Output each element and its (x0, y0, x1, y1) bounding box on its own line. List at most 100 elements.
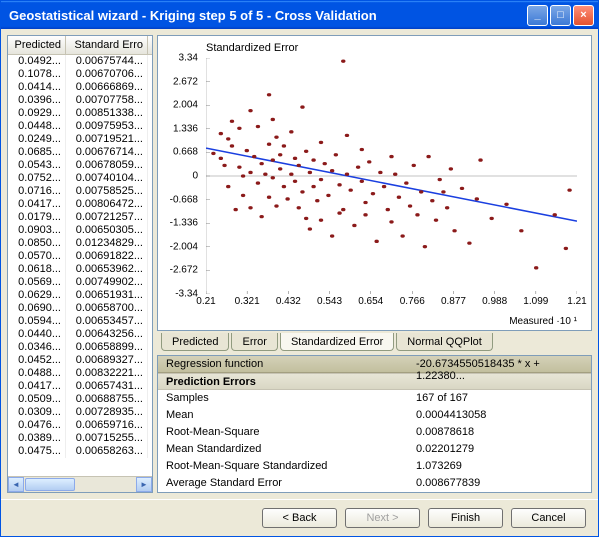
table-row[interactable]: 0.0417...0.00806472... (8, 198, 152, 211)
y-tick: 0.668 (173, 147, 198, 158)
minimize-button[interactable]: _ (527, 5, 548, 26)
table-body[interactable]: 0.0492...0.00675744...0.1078...0.0067070… (8, 55, 152, 476)
table-row[interactable]: 0.0475...0.00658263... (8, 445, 152, 458)
cell-predicted: 0.0629... (8, 289, 66, 302)
info-row: Mean Standardized0.02201279 (158, 441, 591, 458)
info-row: Root-Mean-Square0.00878618 (158, 424, 591, 441)
table-row[interactable]: 0.0309...0.00728935... (8, 406, 152, 419)
scroll-left-icon[interactable]: ◄ (8, 477, 24, 492)
finish-button[interactable]: Finish (428, 508, 503, 528)
info-key: Root-Mean-Square Standardized (166, 460, 416, 473)
table-row[interactable]: 0.0570...0.00691822... (8, 250, 152, 263)
info-value: 0.0004413058 (416, 409, 583, 422)
cell-stderror: 0.00851338... (66, 107, 148, 120)
table-row[interactable]: 0.0440...0.00643256... (8, 328, 152, 341)
chart-area: Standardized Error -3.34-2.672-2.004-1.3… (157, 35, 592, 331)
x-tick: 0.21 (196, 296, 215, 307)
table-row[interactable]: 0.0396...0.00707758... (8, 94, 152, 107)
x-tick: 0.543 (317, 296, 342, 307)
table-row[interactable]: 0.0929...0.00851338... (8, 107, 152, 120)
cell-stderror: 0.00719521... (66, 133, 148, 146)
right-pane: Standardized Error -3.34-2.672-2.004-1.3… (157, 35, 592, 493)
cell-stderror: 0.00749902... (66, 276, 148, 289)
cell-stderror: 0.00676714... (66, 146, 148, 159)
x-axis-title: Measured ·10 ¹ (509, 316, 577, 327)
x-tick: 0.654 (358, 296, 383, 307)
close-button[interactable]: × (573, 5, 594, 26)
table-row[interactable]: 0.0716...0.00758525... (8, 185, 152, 198)
window: Geostatistical wizard - Kriging step 5 o… (0, 0, 599, 537)
table-row[interactable]: 0.0569...0.00749902... (8, 276, 152, 289)
table-row[interactable]: 0.0417...0.00657431... (8, 380, 152, 393)
table-row[interactable]: 0.0452...0.00689327... (8, 354, 152, 367)
cell-stderror: 0.00806472... (66, 198, 148, 211)
cell-predicted: 0.0690... (8, 302, 66, 315)
cell-stderror: 0.00832221... (66, 367, 148, 380)
table-row[interactable]: 0.0492...0.00675744... (8, 55, 152, 68)
cell-predicted: 0.0417... (8, 198, 66, 211)
scroll-right-icon[interactable]: ► (136, 477, 152, 492)
table-row[interactable]: 0.0389...0.00715255... (8, 432, 152, 445)
table-row[interactable]: 0.0249...0.00719521... (8, 133, 152, 146)
cell-predicted: 0.0309... (8, 406, 66, 419)
table-row[interactable]: 0.0448...0.00975953... (8, 120, 152, 133)
cell-predicted: 0.0488... (8, 367, 66, 380)
info-row: Average Standard Error0.008677839 (158, 475, 591, 492)
table-row[interactable]: 0.1078...0.00670706... (8, 68, 152, 81)
chart-tabs: PredictedErrorStandardized ErrorNormal Q… (157, 333, 592, 351)
tab-normal-qqplot[interactable]: Normal QQPlot (396, 333, 493, 351)
cell-stderror: 0.00666869... (66, 81, 148, 94)
scroll-track[interactable] (24, 477, 136, 492)
back-button[interactable]: < Back (262, 508, 337, 528)
cell-predicted: 0.0492... (8, 55, 66, 68)
col-predicted[interactable]: Predicted (8, 36, 66, 54)
cell-predicted: 0.0543... (8, 159, 66, 172)
chart-title: Standardized Error (162, 40, 581, 56)
table-row[interactable]: 0.0618...0.00653962... (8, 263, 152, 276)
cell-predicted: 0.0903... (8, 224, 66, 237)
scatter-plot[interactable] (206, 58, 577, 294)
table-row[interactable]: 0.0850...0.01234829... (8, 237, 152, 250)
cell-predicted: 0.0850... (8, 237, 66, 250)
tab-predicted[interactable]: Predicted (161, 333, 229, 351)
table-row[interactable]: 0.0685...0.00676714... (8, 146, 152, 159)
info-value: 167 of 167 (416, 392, 583, 405)
table-row[interactable]: 0.0752...0.00740104... (8, 172, 152, 185)
cell-predicted: 0.0476... (8, 419, 66, 432)
cell-predicted: 0.1078... (8, 68, 66, 81)
table-row[interactable]: 0.0179...0.00721257... (8, 211, 152, 224)
next-button: Next > (345, 508, 420, 528)
cell-stderror: 0.00653962... (66, 263, 148, 276)
h-scrollbar[interactable]: ◄ ► (8, 476, 152, 492)
scroll-thumb[interactable] (25, 478, 75, 491)
table-row[interactable]: 0.0488...0.00832221... (8, 367, 152, 380)
y-tick: -1.336 (170, 218, 198, 229)
tab-error[interactable]: Error (231, 333, 277, 351)
table-row[interactable]: 0.0509...0.00688755... (8, 393, 152, 406)
table-row[interactable]: 0.0414...0.00666869... (8, 81, 152, 94)
cell-predicted: 0.0716... (8, 185, 66, 198)
table-row[interactable]: 0.0543...0.00678059... (8, 159, 152, 172)
info-row: Mean0.0004413058 (158, 407, 591, 424)
table-row[interactable]: 0.0690...0.00658700... (8, 302, 152, 315)
table-row[interactable]: 0.0594...0.00653457... (8, 315, 152, 328)
tab-standardized-error[interactable]: Standardized Error (280, 333, 394, 351)
content-area: Predicted Standard Erro 0.0492...0.00675… (1, 29, 598, 499)
cell-stderror: 0.00651931... (66, 289, 148, 302)
window-title: Geostatistical wizard - Kriging step 5 o… (9, 8, 527, 23)
table-row[interactable]: 0.0629...0.00651931... (8, 289, 152, 302)
cell-predicted: 0.0509... (8, 393, 66, 406)
cell-stderror: 0.00707758... (66, 94, 148, 107)
table-row[interactable]: 0.0903...0.00650305... (8, 224, 152, 237)
x-tick: 0.432 (276, 296, 301, 307)
x-tick: 0.988 (482, 296, 507, 307)
maximize-button[interactable]: □ (550, 5, 571, 26)
cell-predicted: 0.0594... (8, 315, 66, 328)
cancel-button[interactable]: Cancel (511, 508, 586, 528)
cell-predicted: 0.0417... (8, 380, 66, 393)
table-row[interactable]: 0.0346...0.00658899... (8, 341, 152, 354)
table-row[interactable]: 0.0476...0.00659716... (8, 419, 152, 432)
y-tick: 1.336 (173, 123, 198, 134)
cell-stderror: 0.00758525... (66, 185, 148, 198)
col-stderror[interactable]: Standard Erro (66, 36, 148, 54)
